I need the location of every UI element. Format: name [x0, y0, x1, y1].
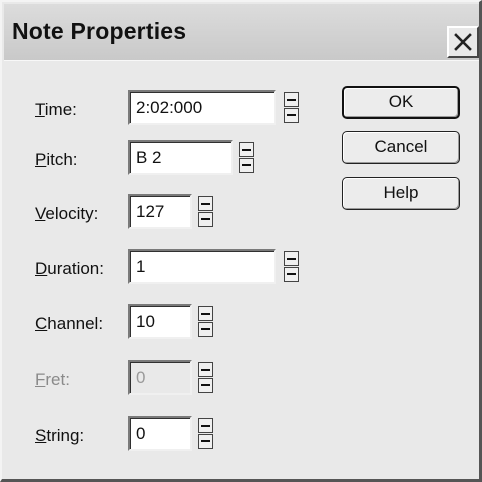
fret-spinner [198, 362, 213, 393]
channel-field[interactable]: 10 [128, 304, 192, 339]
time-field[interactable]: 2:02:000 [128, 90, 276, 125]
ok-button[interactable]: OK [342, 86, 460, 119]
velocity-label: Velocity: [35, 204, 99, 223]
duration-spin-down-button[interactable] [284, 267, 299, 282]
spin-down-icon [201, 384, 210, 386]
channel-spinner[interactable] [198, 306, 213, 337]
time-spin-down-button[interactable] [284, 108, 299, 123]
fret-spin-down-button [198, 378, 213, 393]
time-spin-up-button[interactable] [284, 92, 299, 107]
time-label: Time: [35, 100, 77, 119]
spin-down-icon [287, 114, 296, 116]
pitch-label: Pitch: [35, 150, 78, 169]
pitch-spin-up-button[interactable] [239, 142, 254, 157]
duration-field[interactable]: 1 [128, 249, 276, 284]
velocity-field[interactable]: 127 [128, 194, 192, 229]
spin-up-icon [201, 313, 210, 315]
string-label: String: [35, 426, 85, 445]
duration-label: Duration: [35, 259, 104, 278]
pitch-spin-down-button[interactable] [239, 158, 254, 173]
spin-up-icon [201, 425, 210, 427]
spin-up-icon [242, 149, 251, 151]
pitch-spinner[interactable] [239, 142, 254, 173]
fret-field: 0 [128, 360, 192, 395]
channel-spin-down-button[interactable] [198, 322, 213, 337]
note-properties-dialog: Note Properties Time: 2:02:000 Pitch: B … [0, 0, 482, 482]
pitch-field[interactable]: B 2 [128, 140, 233, 175]
close-button[interactable] [447, 26, 479, 58]
close-icon [454, 33, 472, 51]
string-spinner[interactable] [198, 418, 213, 449]
client-edge [4, 60, 479, 61]
time-spinner[interactable] [284, 92, 299, 123]
spin-up-icon [201, 203, 210, 205]
spin-up-icon [287, 99, 296, 101]
spin-up-icon [287, 258, 296, 260]
spin-down-icon [242, 164, 251, 166]
velocity-spin-down-button[interactable] [198, 212, 213, 227]
help-button[interactable]: Help [342, 177, 460, 210]
window-title: Note Properties [12, 18, 187, 44]
fret-spin-up-button [198, 362, 213, 377]
duration-spinner[interactable] [284, 251, 299, 282]
string-field[interactable]: 0 [128, 416, 192, 451]
spin-down-icon [201, 440, 210, 442]
velocity-spin-up-button[interactable] [198, 196, 213, 211]
velocity-spinner[interactable] [198, 196, 213, 227]
spin-down-icon [201, 328, 210, 330]
spin-down-icon [287, 273, 296, 275]
title-bar[interactable]: Note Properties [4, 4, 479, 60]
spin-up-icon [201, 369, 210, 371]
cancel-button[interactable]: Cancel [342, 131, 460, 164]
string-spin-up-button[interactable] [198, 418, 213, 433]
string-spin-down-button[interactable] [198, 434, 213, 449]
channel-label: Channel: [35, 314, 104, 333]
spin-down-icon [201, 218, 210, 220]
channel-spin-up-button[interactable] [198, 306, 213, 321]
fret-label: Fret: [35, 370, 70, 389]
duration-spin-up-button[interactable] [284, 251, 299, 266]
